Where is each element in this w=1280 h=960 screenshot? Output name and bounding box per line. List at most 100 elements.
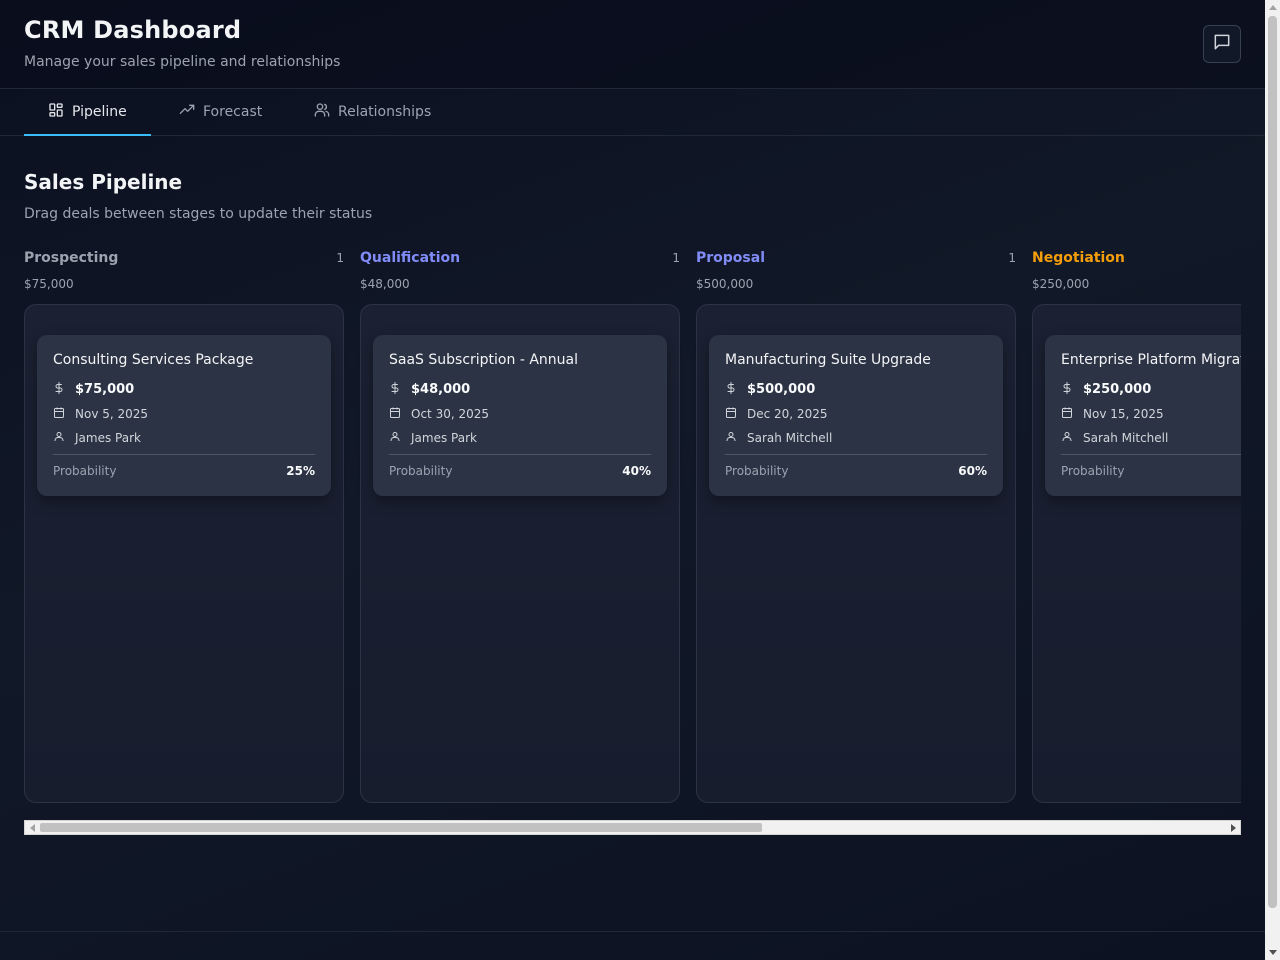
deal-amount-row: $75,000 — [53, 381, 134, 398]
stage-prospecting: Prospecting 1 $75,000 Consulting Service… — [24, 245, 344, 803]
deal-owner: James Park — [411, 431, 477, 445]
deal-card[interactable]: Manufacturing Suite Upgrade $500,000 Dec… — [709, 335, 1003, 496]
header: CRM Dashboard Manage your sales pipeline… — [0, 0, 1265, 89]
stage-name: Negotiation — [1032, 250, 1125, 266]
stage-total: $75,000 — [24, 277, 74, 291]
stage-name: Qualification — [360, 250, 461, 266]
calendar-icon — [725, 406, 737, 422]
dollar-icon — [1061, 381, 1073, 398]
deal-card[interactable]: Consulting Services Package $75,000 Nov … — [37, 335, 331, 496]
pipeline-board: Prospecting 1 $75,000 Consulting Service… — [24, 245, 1241, 820]
page-subtitle: Manage your sales pipeline and relations… — [24, 54, 341, 70]
deal-title: Manufacturing Suite Upgrade — [725, 352, 931, 368]
stage-dropzone[interactable]: Consulting Services Package $75,000 Nov … — [24, 304, 344, 803]
deal-owner: Sarah Mitchell — [747, 431, 833, 445]
tab-relationships[interactable]: Relationships — [314, 89, 431, 135]
probability-value: 25% — [286, 464, 315, 478]
probability-value: 40% — [622, 464, 651, 478]
scroll-left-arrow-icon[interactable] — [25, 821, 40, 834]
tab-pipeline[interactable]: Pipeline — [24, 89, 151, 136]
deal-amount: $75,000 — [75, 382, 135, 397]
stage-dropzone[interactable]: Manufacturing Suite Upgrade $500,000 Dec… — [696, 304, 1016, 803]
divider — [725, 454, 987, 455]
divider — [53, 454, 315, 455]
trending-up-icon — [179, 102, 195, 122]
deal-amount-row: $250,000 — [1061, 381, 1151, 398]
stage-qualification: Qualification 1 $48,000 SaaS Subscriptio… — [360, 245, 680, 803]
calendar-icon — [1061, 406, 1073, 422]
deal-date-row: Nov 15, 2025 — [1061, 406, 1164, 422]
deal-date: Oct 30, 2025 — [411, 407, 489, 421]
users-icon — [314, 102, 330, 122]
stage-count: 1 — [672, 251, 680, 265]
stage-count: 1 — [1008, 251, 1016, 265]
deal-amount-row: $500,000 — [725, 381, 815, 398]
deal-owner-row: Sarah Mitchell — [1061, 430, 1168, 446]
horizontal-scrollbar[interactable] — [24, 820, 1241, 835]
deal-amount-row: $48,000 — [389, 381, 470, 398]
stage-dropzone[interactable]: Enterprise Platform Migration $250,000 N… — [1032, 304, 1241, 803]
deal-date: Nov 15, 2025 — [1083, 407, 1164, 421]
stage-name: Prospecting — [24, 250, 119, 266]
section-subtitle: Drag deals between stages to update thei… — [24, 206, 373, 222]
user-icon — [53, 430, 65, 446]
deal-date-row: Dec 20, 2025 — [725, 406, 827, 422]
probability-label: Probability — [389, 464, 453, 478]
footer-divider — [0, 931, 1265, 932]
section-title: Sales Pipeline — [24, 170, 183, 194]
tab-forecast[interactable]: Forecast — [179, 89, 262, 135]
app-root: CRM Dashboard Manage your sales pipeline… — [0, 0, 1265, 960]
deal-owner-row: James Park — [53, 430, 141, 446]
tab-label: Pipeline — [72, 104, 127, 120]
stage-total: $48,000 — [360, 277, 410, 291]
dollar-icon — [725, 381, 737, 398]
dollar-icon — [389, 381, 401, 398]
message-square-icon — [1212, 32, 1232, 56]
scroll-right-arrow-icon[interactable] — [1225, 821, 1240, 834]
stage-dropzone[interactable]: SaaS Subscription - Annual $48,000 Oct 3… — [360, 304, 680, 803]
scroll-down-arrow-icon[interactable] — [1265, 945, 1280, 960]
probability-label: Probability — [53, 464, 117, 478]
stage-proposal: Proposal 1 $500,000 Manufacturing Suite … — [696, 245, 1016, 803]
stage-total: $250,000 — [1032, 277, 1090, 291]
user-icon — [1061, 430, 1073, 446]
probability-label: Probability — [1061, 464, 1125, 478]
divider — [389, 454, 651, 455]
scroll-up-arrow-icon[interactable] — [1265, 0, 1280, 15]
deal-date-row: Oct 30, 2025 — [389, 406, 489, 422]
divider — [1061, 454, 1241, 455]
chat-button[interactable] — [1203, 25, 1241, 63]
deal-amount: $500,000 — [747, 382, 816, 397]
user-icon — [389, 430, 401, 446]
calendar-icon — [389, 406, 401, 422]
stage-count: 1 — [336, 251, 344, 265]
probability-label: Probability — [725, 464, 789, 478]
horizontal-scroll-thumb[interactable] — [40, 823, 762, 832]
deal-card[interactable]: SaaS Subscription - Annual $48,000 Oct 3… — [373, 335, 667, 496]
deal-card[interactable]: Enterprise Platform Migration $250,000 N… — [1045, 335, 1241, 496]
user-icon — [725, 430, 737, 446]
deal-owner: James Park — [75, 431, 141, 445]
tab-bar: Pipeline Forecast Relationships — [0, 89, 1265, 136]
stage-name: Proposal — [696, 250, 766, 266]
page-title: CRM Dashboard — [24, 16, 242, 44]
deal-date: Dec 20, 2025 — [747, 407, 828, 421]
deal-owner-row: Sarah Mitchell — [725, 430, 832, 446]
tab-label: Forecast — [203, 104, 263, 120]
tab-label: Relationships — [338, 104, 432, 120]
deal-owner: Sarah Mitchell — [1083, 431, 1169, 445]
deal-title: Enterprise Platform Migration — [1061, 352, 1241, 368]
probability-value: 60% — [958, 464, 987, 478]
stage-negotiation: Negotiation 1 $250,000 Enterprise Platfo… — [1032, 245, 1241, 803]
stage-total: $500,000 — [696, 277, 754, 291]
deal-title: SaaS Subscription - Annual — [389, 352, 578, 368]
deal-date-row: Nov 5, 2025 — [53, 406, 148, 422]
deal-owner-row: James Park — [389, 430, 477, 446]
vertical-scroll-thumb[interactable] — [1268, 16, 1277, 908]
vertical-scrollbar[interactable] — [1265, 0, 1280, 960]
calendar-icon — [53, 406, 65, 422]
dollar-icon — [53, 381, 65, 398]
deal-title: Consulting Services Package — [53, 352, 254, 368]
deal-amount: $48,000 — [411, 382, 471, 397]
deal-amount: $250,000 — [1083, 382, 1152, 397]
